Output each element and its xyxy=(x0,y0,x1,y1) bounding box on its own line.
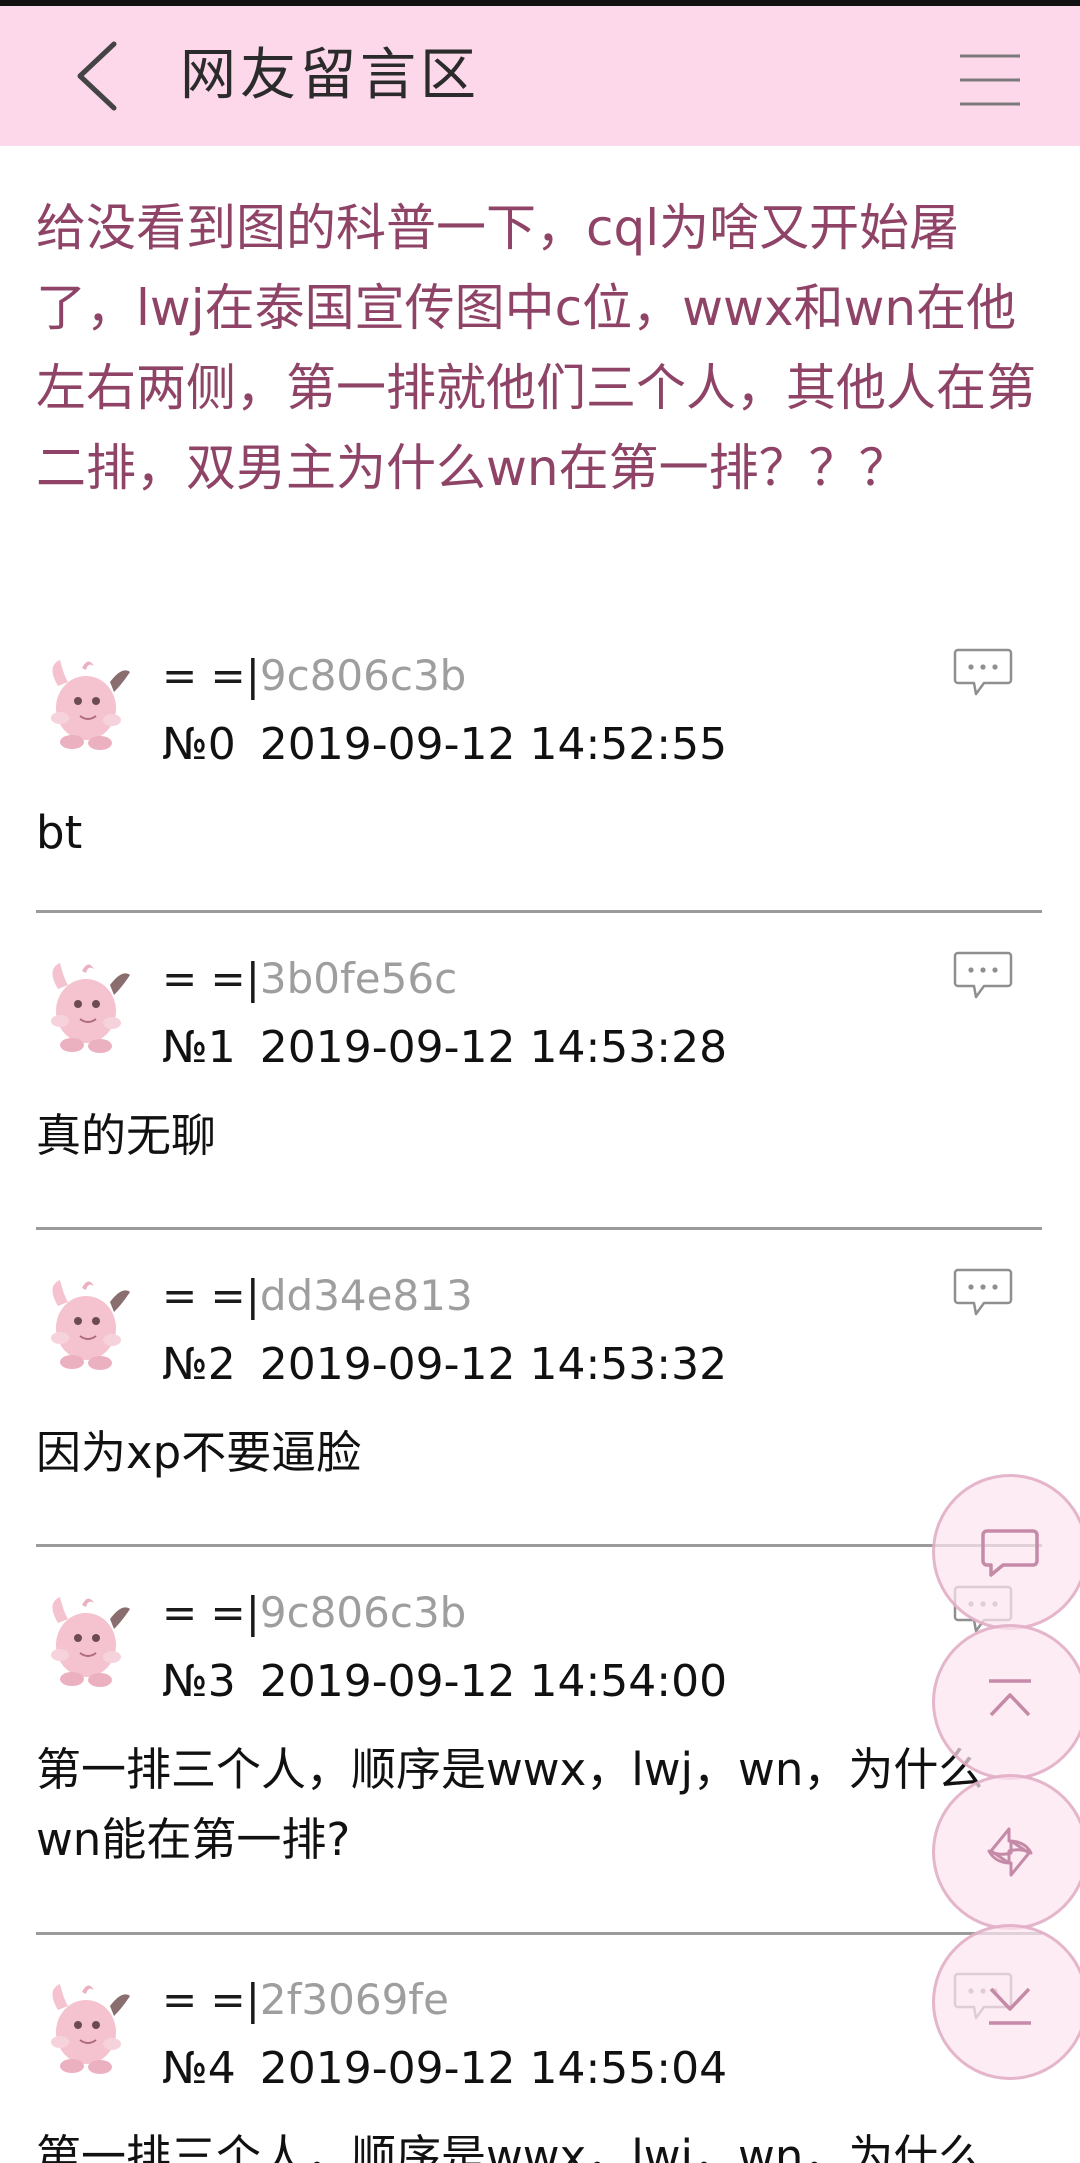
post-meta: №0 2019-09-12 14:52:55 xyxy=(162,716,727,774)
post-content: 因为xp不要逼脸 xyxy=(36,1426,362,1479)
pink-creature-avatar-icon xyxy=(51,1280,130,1370)
pink-creature-avatar-icon xyxy=(51,1984,130,2074)
poster-uid: 9c806c3b xyxy=(259,1588,467,1637)
comment-bubble-icon xyxy=(953,648,1013,696)
post-divider xyxy=(36,1544,1042,1547)
avatar[interactable] xyxy=(38,1266,138,1376)
post-meta: №3 2019-09-12 14:54:00 xyxy=(162,1653,727,1711)
avatar[interactable] xyxy=(38,1583,138,1693)
poster-id: = =|9c806c3b xyxy=(162,1585,466,1641)
comment-bubble-icon xyxy=(953,1268,1013,1316)
poster-id: = =|3b0fe56c xyxy=(162,951,457,1007)
post-timestamp: 2019-09-12 14:53:32 xyxy=(259,1339,728,1390)
comment-bubble-icon xyxy=(953,951,1013,999)
reply-button[interactable] xyxy=(952,949,1014,1003)
floor-number: №3 xyxy=(162,1656,236,1707)
poster-name-prefix: = =| xyxy=(162,1975,260,2024)
page-title: 网友留言区 xyxy=(180,43,480,108)
floor-number: №0 xyxy=(162,719,236,770)
menu-button[interactable] xyxy=(956,50,1024,110)
scroll-bottom-fab[interactable] xyxy=(932,1924,1080,2080)
post-timestamp: 2019-09-12 14:54:00 xyxy=(259,1656,728,1707)
avatar[interactable] xyxy=(38,1970,138,2080)
post-divider xyxy=(36,1932,1042,1935)
poster-id: = =|2f3069fe xyxy=(162,1972,449,2028)
reply-button[interactable] xyxy=(952,1266,1014,1320)
poster-name-prefix: = =| xyxy=(162,954,260,1003)
pink-creature-avatar-icon xyxy=(51,1597,130,1687)
poster-uid: 9c806c3b xyxy=(259,651,467,700)
poster-id: = =|dd34e813 xyxy=(162,1268,473,1324)
poster-name-prefix: = =| xyxy=(162,1271,260,1320)
floor-number: №2 xyxy=(162,1339,236,1390)
poster-uid: 2f3069fe xyxy=(259,1975,449,2024)
refresh-fab[interactable] xyxy=(932,1774,1080,1930)
poster-id: = =|9c806c3b xyxy=(162,648,466,704)
poster-uid: dd34e813 xyxy=(259,1271,473,1320)
topic-text: 给没看到图的科普一下，cql为啥又开始屠了，lwj在泰国宣传图中c位，wwx和w… xyxy=(36,199,1036,497)
avatar[interactable] xyxy=(38,949,138,1059)
speech-bubble-icon xyxy=(981,1529,1039,1577)
post-meta: №1 2019-09-12 14:53:28 xyxy=(162,1019,727,1077)
forum-thread-page: 网友留言区 给没看到图的科普一下，cql为啥又开始屠了，lwj在泰国宣传图中c位… xyxy=(0,0,1080,2163)
post-content: 第一排三个人，顺序是wwx，lwj，wn，为什么 xyxy=(36,2130,984,2163)
pink-creature-avatar-icon xyxy=(51,660,130,750)
post-divider xyxy=(36,1227,1042,1230)
poster-name-prefix: = =| xyxy=(162,1588,260,1637)
refresh-icon xyxy=(987,1827,1033,1877)
floor-number: №1 xyxy=(162,1022,236,1073)
pink-creature-avatar-icon xyxy=(51,963,130,1053)
post-meta: №4 2019-09-12 14:55:04 xyxy=(162,2040,727,2098)
hamburger-menu-icon xyxy=(960,54,1020,106)
post-timestamp: 2019-09-12 14:55:04 xyxy=(259,2043,728,2094)
post-timestamp: 2019-09-12 14:53:28 xyxy=(259,1022,728,1073)
scroll-top-fab[interactable] xyxy=(932,1624,1080,1780)
post-timestamp: 2019-09-12 14:52:55 xyxy=(259,719,728,770)
scroll-to-bottom-icon xyxy=(989,1987,1031,2025)
post-divider xyxy=(36,910,1042,913)
reply-button[interactable] xyxy=(952,646,1014,700)
floor-number: №4 xyxy=(162,2043,236,2094)
chevron-left-icon xyxy=(77,41,117,111)
poster-name-prefix: = =| xyxy=(162,651,260,700)
post-meta: №2 2019-09-12 14:53:32 xyxy=(162,1336,727,1394)
app-header: 网友留言区 xyxy=(0,6,1080,146)
post-content: 第一排三个人，顺序是wwx，lwj，wn，为什么wn能在第一排? xyxy=(36,1743,984,1866)
comment-fab[interactable] xyxy=(932,1474,1080,1630)
post-content: bt xyxy=(36,806,83,859)
back-button[interactable] xyxy=(64,34,134,118)
post-content: 真的无聊 xyxy=(36,1109,217,1162)
avatar[interactable] xyxy=(38,646,138,756)
scroll-to-top-icon xyxy=(989,1679,1031,1717)
poster-uid: 3b0fe56c xyxy=(259,954,458,1003)
